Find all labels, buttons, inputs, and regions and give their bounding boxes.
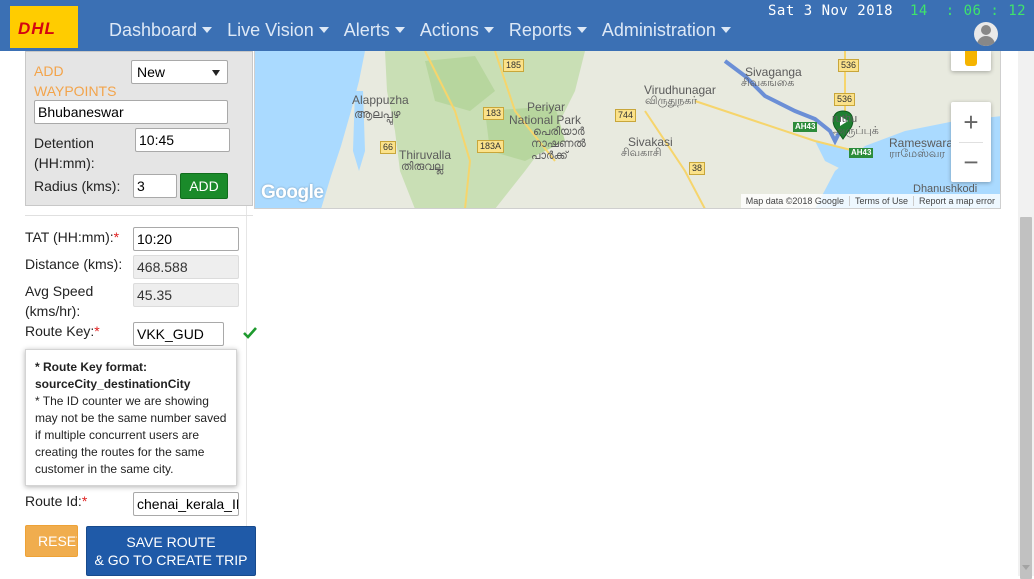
radius-label: Radius (kms):	[34, 178, 121, 194]
divider	[25, 215, 253, 216]
tat-label: TAT (HH:mm):*	[25, 229, 120, 245]
add-waypoints-box: ADD WAYPOINTS New Bhubaneswar Detention …	[25, 51, 253, 206]
nav-reports[interactable]: Reports	[509, 20, 587, 41]
caret-down-icon	[483, 27, 494, 33]
detention-input[interactable]: 10:45	[135, 128, 230, 152]
road-badge: 183A	[477, 140, 505, 153]
nav-dashboard[interactable]: Dashboard	[109, 20, 213, 41]
distance-field: 468.588	[133, 255, 239, 279]
page-scrollbar[interactable]	[1018, 51, 1034, 579]
map-label-periyar-local-3: പാർക്ക്	[531, 150, 568, 162]
save-route-button[interactable]: SAVE ROUTE & GO TO CREATE TRIP	[86, 526, 256, 576]
caret-down-icon	[318, 27, 329, 33]
top-navbar: DHL Dashboard Live Vision Alerts Actions…	[0, 0, 1034, 51]
pegman-icon[interactable]	[965, 51, 977, 66]
waypoint-city-input[interactable]: Bhubaneswar	[34, 100, 228, 124]
route-key-label: Route Key:*	[25, 323, 100, 339]
road-badge: 185	[503, 59, 525, 72]
avg-speed-label: Avg Speed (kms/hr):	[25, 283, 94, 319]
map-label-alappuzha-local: ആലപ്പുഴ	[354, 107, 401, 121]
caret-down-icon	[394, 27, 405, 33]
zoom-controls: + −	[951, 102, 991, 182]
nav-actions[interactable]: Actions	[420, 20, 494, 41]
route-form-panel: ADD WAYPOINTS New Bhubaneswar Detention …	[16, 51, 257, 576]
road-badge: 536	[838, 59, 860, 72]
nav-alerts[interactable]: Alerts	[344, 20, 405, 41]
tooltip-title: * Route Key format: sourceCity_destinati…	[35, 360, 191, 391]
map-label-marker-partial: ruthu	[832, 113, 858, 125]
map-label-national-park: National Park	[509, 113, 582, 127]
dhl-logo[interactable]: DHL	[10, 6, 78, 48]
street-view-control[interactable]	[951, 51, 991, 71]
tooltip-body: * The ID counter we are showing may not …	[35, 394, 227, 476]
road-badge: 744	[615, 109, 637, 122]
add-waypoints-label: ADD WAYPOINTS	[34, 63, 117, 99]
waypoint-mode-select[interactable]: New	[131, 60, 228, 84]
caret-down-icon	[720, 27, 731, 33]
map-footer: Map data ©2018 Google Terms of Use Repor…	[740, 194, 1000, 208]
road-badge: 38	[689, 162, 706, 175]
add-waypoint-button[interactable]: ADD	[180, 173, 228, 199]
route-key-tooltip: * Route Key format: sourceCity_destinati…	[25, 349, 237, 486]
zoom-out-button[interactable]: −	[951, 142, 991, 182]
map-label-alappuzha: Alappuzha	[352, 93, 409, 107]
tat-input[interactable]: 10:20	[133, 227, 239, 251]
caret-down-icon	[576, 27, 587, 33]
map-label-rameswaram-local: ராமேஸ்வர	[889, 148, 946, 160]
current-date: Sat 3 Nov 2018	[768, 3, 894, 19]
map-canvas	[255, 51, 1000, 208]
road-badge: 536	[834, 93, 856, 106]
google-logo: Google	[261, 182, 324, 203]
reset-button[interactable]: RESET	[25, 525, 78, 557]
road-badge: 183	[483, 107, 505, 120]
zoom-in-button[interactable]: +	[951, 102, 991, 142]
nav-live-vision[interactable]: Live Vision	[227, 20, 329, 41]
map-label-sivaganga-local: சிவகங்கை	[741, 77, 795, 89]
current-time: 14 : 06 : 12	[910, 3, 1027, 19]
map-label-aruppukottai-partial: அருப்புக்	[833, 125, 879, 137]
map-label-virudhunagar-local: விருதுநகர்	[645, 95, 698, 107]
route-id-input[interactable]: chenai_kerala_IN	[133, 492, 239, 516]
map-label-periyar: Periyar	[527, 100, 566, 114]
detention-label: Detention (HH:mm):	[34, 135, 95, 171]
avg-speed-field: 45.35	[133, 283, 239, 307]
zoom-divider	[959, 142, 983, 143]
ah-road-badge: AH43	[849, 148, 874, 158]
route-map[interactable]: Alappuzha ആലപ്പുഴ Periyar National Park …	[254, 51, 1001, 209]
terms-of-use-link[interactable]: Terms of Use	[848, 196, 913, 206]
scrollbar-thumb[interactable]	[1020, 217, 1032, 579]
save-route-label: SAVE ROUTE	[126, 534, 216, 550]
map-label-sivakasi-local: சிவகாசி	[621, 147, 662, 159]
nav-administration[interactable]: Administration	[602, 20, 731, 41]
user-avatar-icon[interactable]	[974, 22, 998, 46]
distance-label: Distance (kms):	[25, 256, 123, 272]
create-trip-label: & GO TO CREATE TRIP	[94, 552, 248, 568]
map-label-thiruvalla: Thiruvalla	[399, 148, 452, 162]
map-label-thiruvalla-local: തിരുവല്ല	[401, 161, 444, 173]
radius-input[interactable]: 3	[133, 174, 177, 198]
ah-road-badge: AH43	[793, 122, 818, 132]
scroll-down-arrow-icon[interactable]	[1022, 565, 1030, 570]
map-data-text: Map data ©2018 Google	[745, 196, 844, 206]
route-key-input[interactable]: VKK_GUD	[133, 322, 224, 346]
route-id-label: Route Id:*	[25, 493, 88, 509]
road-badge: 66	[380, 141, 397, 154]
report-map-error-link[interactable]: Report a map error	[912, 196, 1000, 206]
main-nav: Dashboard Live Vision Alerts Actions Rep…	[109, 20, 746, 41]
caret-down-icon	[202, 27, 213, 33]
check-icon	[243, 327, 257, 339]
